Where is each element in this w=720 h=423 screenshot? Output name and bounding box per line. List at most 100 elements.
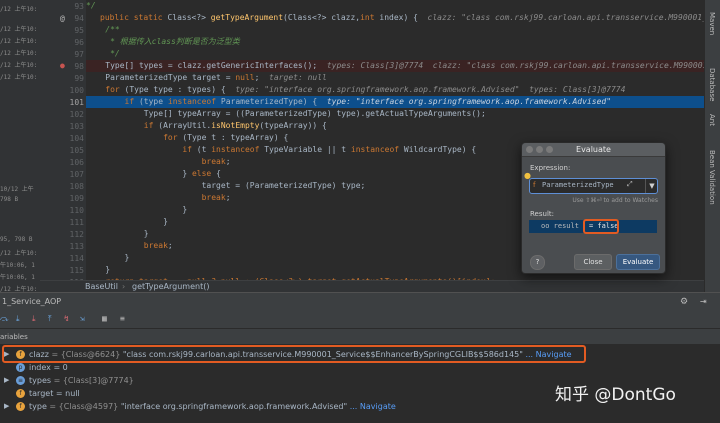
code-line[interactable]: if (type instanceof ParameterizedType) {…	[86, 96, 704, 108]
evaluate-button[interactable]: Evaluate	[616, 254, 660, 270]
history-entry: /12 上午10:	[0, 38, 38, 45]
code-line[interactable]: break;	[86, 156, 231, 168]
code-line[interactable]: * 根据传入class判断是否为泛型类	[86, 36, 240, 48]
code-token: break	[86, 193, 226, 202]
code-token: (Type type : types) {	[124, 85, 236, 94]
code-line[interactable]: Type[] types = clazz.getGenericInterface…	[86, 60, 704, 72]
expression-input[interactable]: f ParameterizedType ⤢ ▼	[529, 178, 658, 194]
code-line[interactable]: target = (ParameterizedType) type;	[86, 180, 366, 192]
expand-arrow-icon[interactable]: ▶	[4, 374, 9, 387]
line-number: 96	[74, 38, 84, 47]
code-token: ;	[225, 157, 231, 166]
drop-frame-icon[interactable]: ↯	[64, 310, 69, 328]
code-line[interactable]: } else {	[86, 168, 221, 180]
code-token: isNotEmpty	[211, 121, 260, 130]
code-line[interactable]: ParameterizedType target = null; target:…	[86, 72, 327, 84]
result-name: oo result	[541, 222, 579, 230]
history-entry: /12 上午10:	[0, 286, 38, 292]
code-token: */	[86, 49, 120, 58]
code-line[interactable]: /**	[86, 24, 119, 36]
code-token: Type[] types = clazz.getGenericInterface…	[86, 61, 327, 70]
code-token: ;	[254, 73, 270, 82]
variable-name: type	[29, 402, 47, 411]
code-token: WildcardType) {	[403, 145, 477, 154]
code-token: clazz: "class com.rskj99.carloan.api.tra…	[427, 13, 704, 22]
evaluate-dialog-title[interactable]: Evaluate	[522, 143, 665, 157]
line-number: 99	[74, 74, 84, 83]
code-line[interactable]: */	[86, 48, 120, 60]
code-line[interactable]: }	[86, 216, 168, 228]
step-over-icon[interactable]: ⤼	[0, 310, 9, 328]
expand-editor-icon[interactable]: ⤢	[627, 180, 633, 189]
close-button[interactable]: Close	[574, 254, 612, 270]
code-line[interactable]: if (ArrayUtil.isNotEmpty(typeArray)) {	[86, 120, 327, 132]
expression-value: ParameterizedType	[542, 181, 614, 189]
tab-ant[interactable]: Ant	[708, 114, 716, 126]
help-button[interactable]: ?	[530, 255, 545, 270]
window-minimize-icon[interactable]	[536, 146, 543, 153]
window-zoom-icon[interactable]	[546, 146, 553, 153]
primitive-icon: p	[16, 363, 25, 372]
step-into-icon[interactable]: ⤓	[16, 310, 20, 328]
code-line[interactable]: }	[86, 228, 149, 240]
navigate-link[interactable]: ... Navigate	[350, 402, 396, 411]
run-to-cursor-icon[interactable]: ⇲	[80, 310, 85, 328]
watermark: 知乎 @DontGo	[555, 385, 676, 405]
code-token: index) {	[379, 13, 428, 22]
tab-database[interactable]: Database	[708, 68, 716, 101]
code-line[interactable]: public static Class<?> getTypeArgument(C…	[100, 12, 704, 24]
step-out-icon[interactable]: ⤒	[48, 310, 52, 328]
evaluate-expression-icon[interactable]: ▦	[102, 310, 107, 328]
gear-icon[interactable]: ⚙	[680, 293, 688, 311]
code-line[interactable]: */	[86, 0, 96, 12]
restore-layout-icon[interactable]: ≡	[120, 310, 125, 328]
debug-config-name[interactable]: 1_Service_AOP	[2, 293, 61, 311]
line-number: 98	[74, 62, 84, 71]
code-token: type: "interface org.springframework.aop…	[235, 85, 626, 94]
code-token: (typeArray)) {	[259, 121, 327, 130]
line-number: 105	[69, 146, 84, 155]
highlight-outline-clazz	[2, 345, 586, 363]
code-line[interactable]: if (t instanceof TypeVariable || t insta…	[86, 144, 476, 156]
code-token: public static	[100, 13, 168, 22]
code-line[interactable]: Type[] typeArray = ((ParameterizedType) …	[86, 108, 486, 120]
line-number: 111	[69, 218, 84, 227]
code-token: {	[216, 169, 221, 178]
line-number: 97	[74, 50, 84, 59]
code-token: (ArrayUtil.	[158, 121, 212, 130]
code-token: if	[86, 97, 139, 106]
code-token: }	[86, 205, 188, 214]
line-number: 102	[69, 110, 84, 119]
expand-arrow-icon[interactable]: ▶	[4, 400, 9, 413]
variable-name: target	[29, 389, 54, 398]
code-token: ;	[225, 193, 231, 202]
force-step-into-icon[interactable]: ⤓	[32, 310, 36, 328]
code-token: target	[191, 73, 221, 82]
line-number: 101	[69, 98, 84, 107]
history-entry: /12 上午10:	[0, 74, 38, 81]
code-line[interactable]: }	[86, 204, 187, 216]
code-token: else	[191, 169, 217, 178]
code-line[interactable]: }	[86, 252, 130, 264]
evaluate-dialog: Evaluate Expression: f ParameterizedType…	[521, 142, 666, 274]
variables-tab[interactable]: ariables	[0, 329, 28, 345]
line-number: 107	[69, 170, 84, 179]
history-entry: 798 B	[0, 196, 19, 203]
lightbulb-icon[interactable]: ●	[524, 171, 531, 180]
chevron-down-icon[interactable]: ▼	[645, 179, 658, 193]
code-line[interactable]: break;	[86, 192, 231, 204]
code-line[interactable]: for (Type t : typeArray) {	[86, 132, 288, 144]
code-token: (Class<?> clazz,	[283, 13, 361, 22]
tab-bean-validation[interactable]: Bean Validation	[708, 150, 716, 205]
window-close-icon[interactable]	[526, 146, 533, 153]
history-entry: /12 上午10:	[0, 50, 38, 57]
code-token: break	[86, 241, 168, 250]
debug-toolbar: ⤼ ⤓ ⤓ ⤒ ↯ ⇲ ▦ ≡	[0, 310, 720, 328]
code-line[interactable]: }	[86, 264, 110, 276]
tab-maven[interactable]: Maven	[708, 12, 716, 35]
code-line[interactable]: for (Type type : types) { type: "interfa…	[86, 84, 625, 96]
hide-panel-icon[interactable]: ⇥	[700, 293, 707, 311]
code-line[interactable]: break;	[86, 240, 173, 252]
code-token: (Type t : typeArray) {	[182, 133, 289, 142]
code-token: target: null	[269, 73, 327, 82]
